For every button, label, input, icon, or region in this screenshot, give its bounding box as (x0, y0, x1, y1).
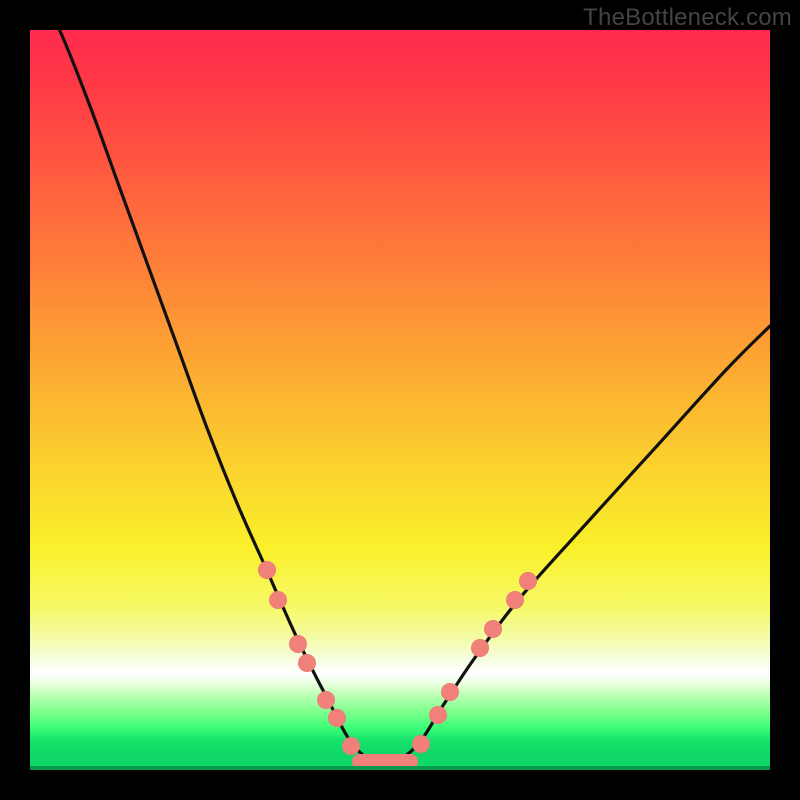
trough-bar (352, 754, 419, 769)
data-marker (269, 591, 287, 609)
data-marker (317, 691, 335, 709)
data-marker (342, 737, 360, 755)
attribution-text: TheBottleneck.com (583, 4, 792, 32)
data-marker (289, 635, 307, 653)
data-marker (484, 620, 502, 638)
data-marker (429, 706, 447, 724)
data-marker (519, 572, 537, 590)
data-marker (298, 654, 316, 672)
data-marker (441, 683, 459, 701)
data-marker (412, 735, 430, 753)
plot-area (30, 30, 770, 770)
data-marker (471, 639, 489, 657)
chart-frame: TheBottleneck.com (0, 0, 800, 800)
data-marker (506, 591, 524, 609)
data-marker (258, 561, 276, 579)
marker-layer (30, 30, 770, 770)
data-marker (328, 709, 346, 727)
